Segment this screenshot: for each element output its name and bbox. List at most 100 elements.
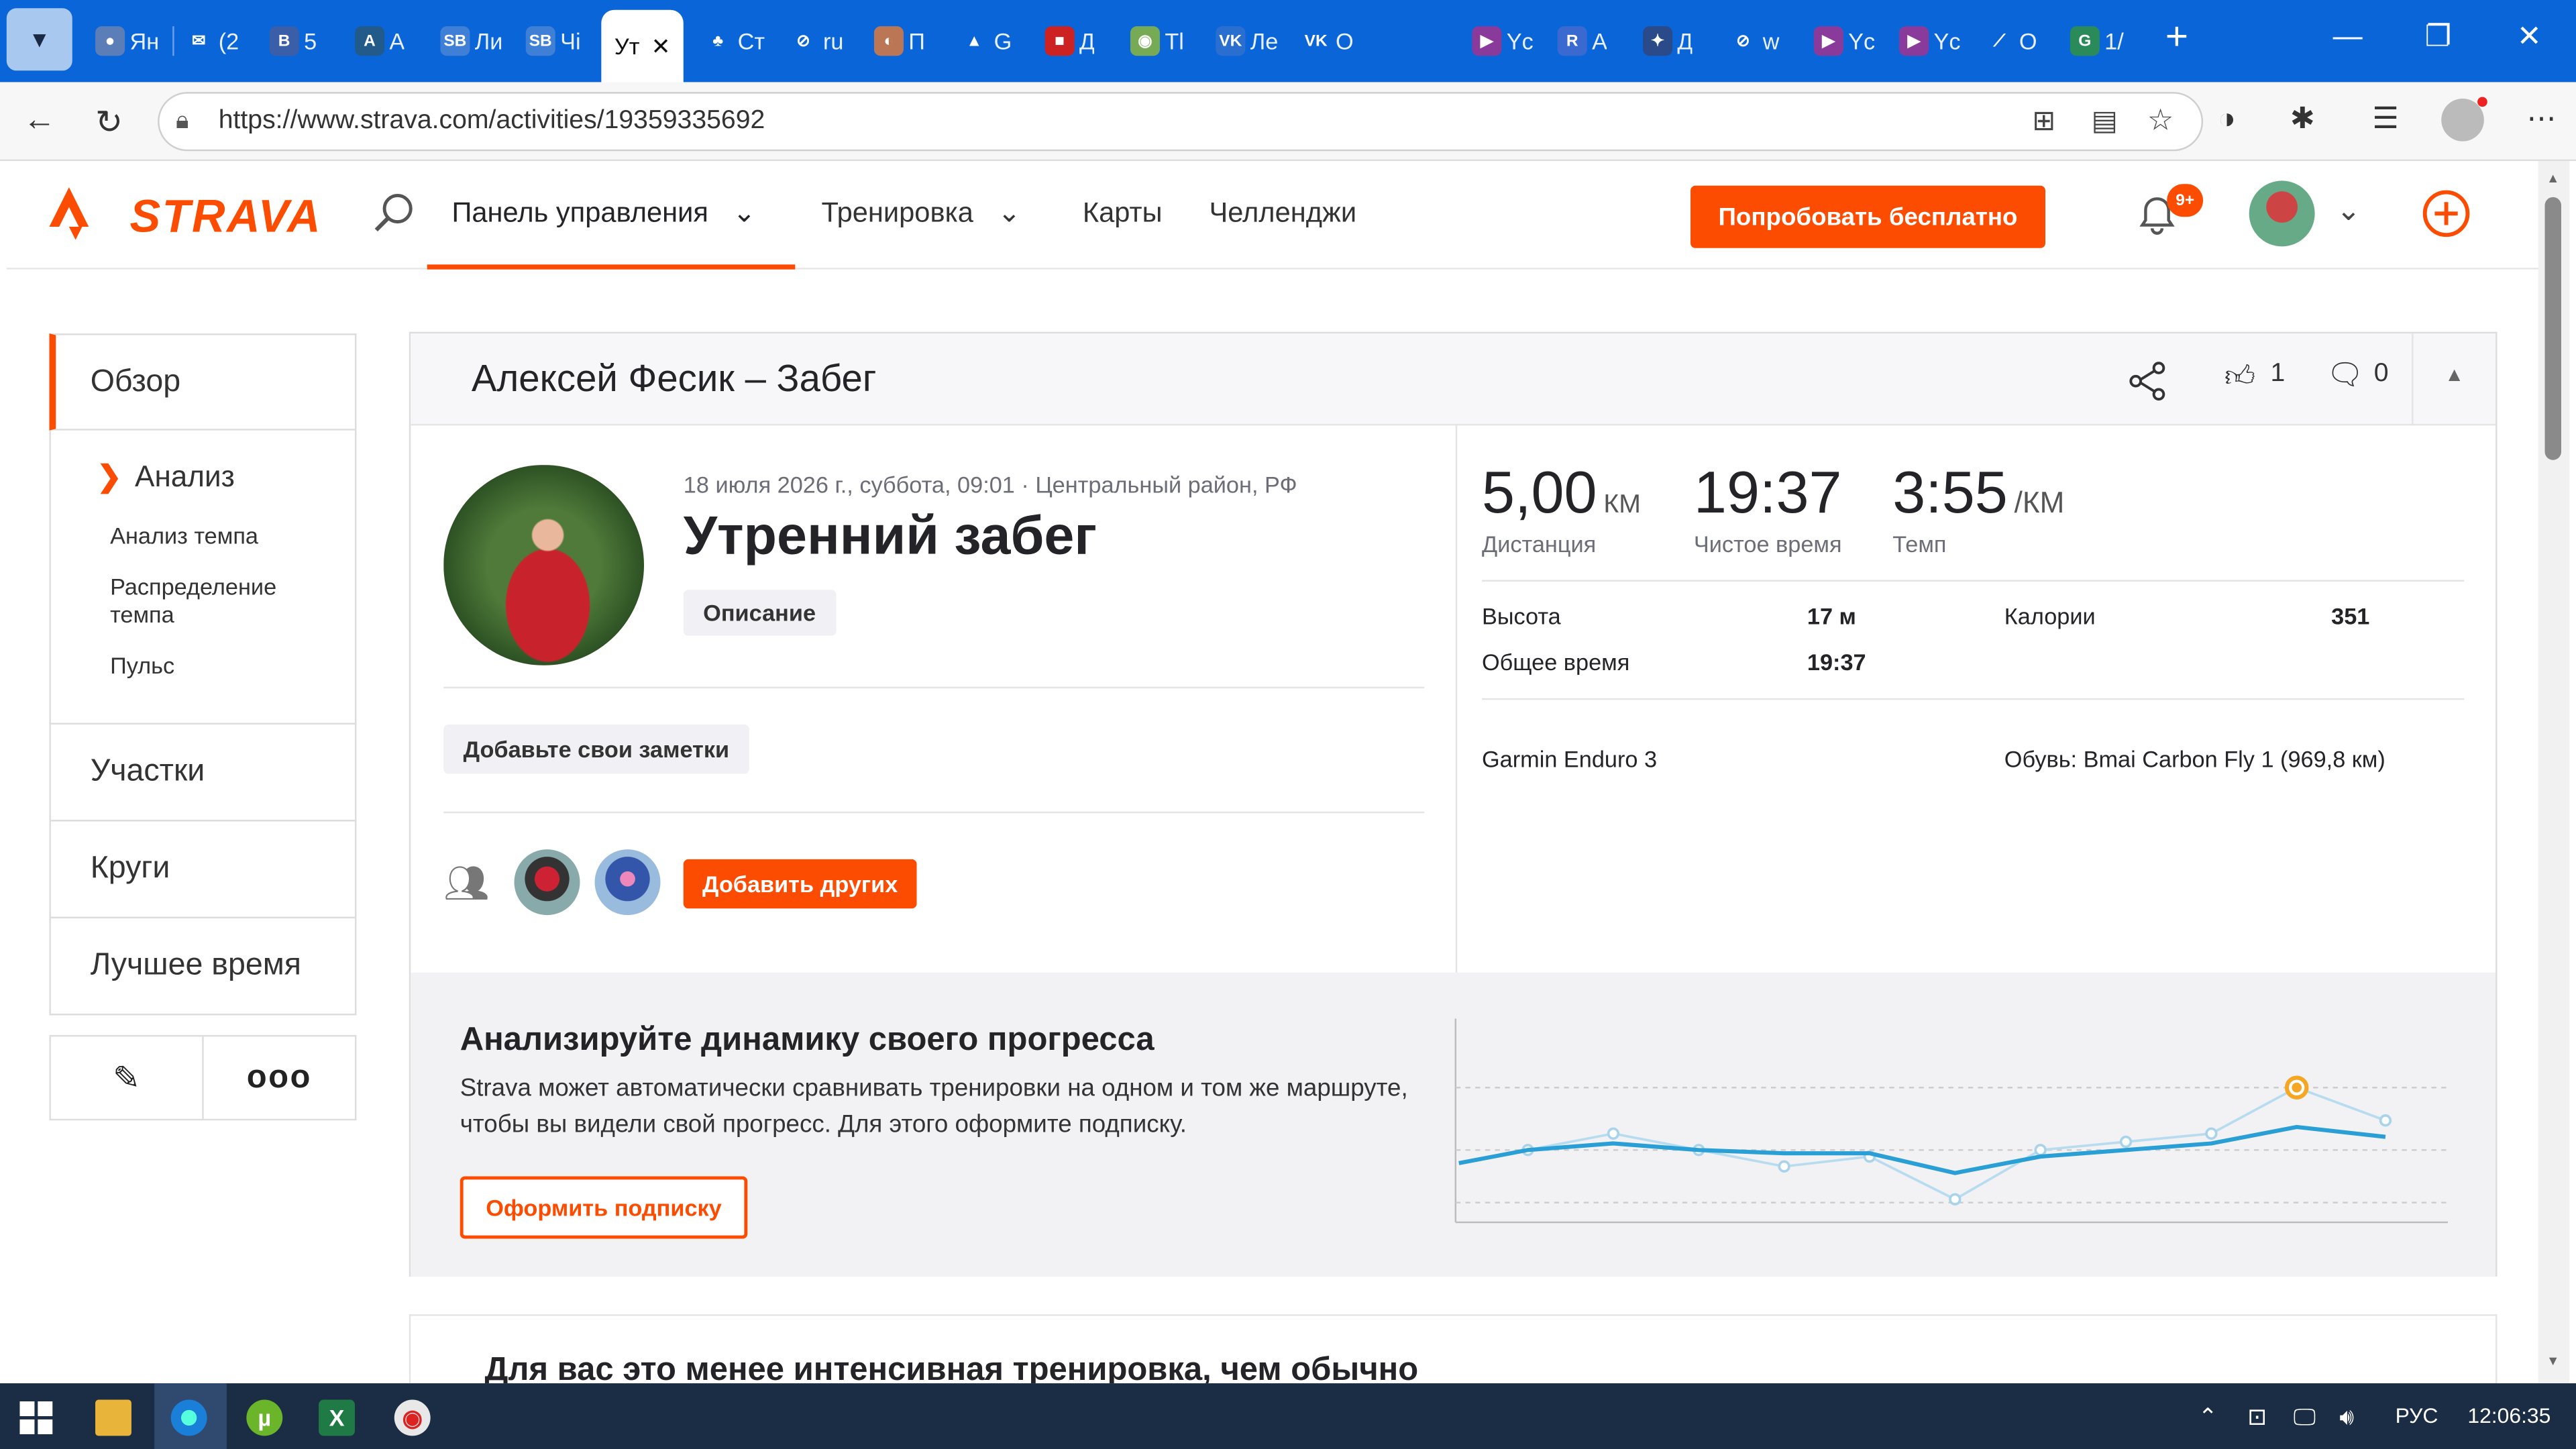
nav-training[interactable]: Тренировка ⌄ <box>822 197 1021 230</box>
favorites-icon[interactable]: ☰ <box>2372 102 2399 136</box>
sidebar-item-heart-rate[interactable]: Пульс <box>51 652 355 680</box>
address-bar-row: ← ↻ 🔒︎ https://www.strava.com/activities… <box>0 82 2576 162</box>
browser-tab[interactable]: ▶ Yc <box>1813 13 1875 69</box>
app-icon[interactable]: ◉ <box>394 1399 431 1436</box>
vpn-icon[interactable]: ◑ <box>2218 102 2236 136</box>
browser-tab[interactable]: ⊘ w <box>1728 13 1779 69</box>
windows-start-icon[interactable] <box>19 1401 53 1434</box>
add-others-button[interactable]: Добавить других <box>683 859 917 909</box>
intensity-card-title: Для вас это менее интенсивная тренировка… <box>484 1352 1419 1384</box>
tray-app-icon[interactable]: ⊡ <box>2247 1403 2267 1431</box>
more-options-icon[interactable]: ooo <box>204 1036 355 1118</box>
excel-icon[interactable]: X <box>319 1399 355 1436</box>
sidebar-item-best-efforts[interactable]: Лучшее время <box>49 918 357 1016</box>
browser-tab[interactable]: ▶ Yc <box>1472 13 1534 69</box>
extensions-icon[interactable]: ✱ <box>2290 102 2315 136</box>
browser-tab[interactable]: ♣ Ст <box>703 13 765 69</box>
tab-actions-menu[interactable]: ▾ <box>6 8 72 71</box>
page-scrollbar[interactable]: ▲ ▼ <box>2538 161 2570 1384</box>
app-available-icon[interactable]: ⊞ <box>2032 105 2055 138</box>
group-member-avatar[interactable] <box>594 849 661 916</box>
description-button[interactable]: Описание <box>683 590 836 636</box>
browser-tab[interactable]: ✦ Д <box>1643 13 1693 69</box>
language-indicator[interactable]: РУС <box>2396 1403 2438 1428</box>
minimize-icon[interactable]: — <box>2333 19 2363 54</box>
add-notes-button[interactable]: Добавьте свои заметки <box>443 724 749 774</box>
strava-top-nav: STRAVA Панель управления ⌄ Тренировка ⌄ … <box>6 161 2545 270</box>
browser-tab[interactable]: ◉ Tl <box>1130 13 1184 69</box>
reload-icon[interactable]: ↻ <box>95 102 123 143</box>
edit-pencil-icon[interactable]: ✎ <box>51 1036 204 1119</box>
browser-tab[interactable]: SB Ли <box>440 13 502 69</box>
browser-tab[interactable]: RА <box>1557 13 1607 69</box>
browser-tab-active[interactable]: Ут ✕ <box>601 9 684 83</box>
activity-sidebar: Обзор ❯ Анализ Анализ темпа Распределение… <box>49 333 357 1121</box>
sidebar-item-analysis[interactable]: ❯ Анализ <box>51 443 355 509</box>
browser-tab[interactable]: VK Ле <box>1216 13 1278 69</box>
profile-avatar[interactable] <box>2441 98 2484 142</box>
browser-tab[interactable]: AА <box>354 13 405 69</box>
sidebar-analysis-group: ❯ Анализ Анализ темпа Распределение темпа… <box>49 430 357 725</box>
elevation-value: 17 м <box>1807 602 1856 629</box>
kudos-thumb-icon[interactable]: 👍︎ <box>2224 358 2255 394</box>
collapse-up-icon[interactable]: ▲ <box>2445 363 2464 386</box>
group-member-avatar[interactable] <box>514 849 580 916</box>
search-icon[interactable] <box>371 191 417 237</box>
strava-logo[interactable]: STRAVA <box>129 191 321 243</box>
new-tab-icon[interactable]: + <box>2165 15 2188 61</box>
browser-tab[interactable]: ◐ П <box>873 13 925 69</box>
scrollbar-thumb[interactable] <box>2544 197 2561 460</box>
restore-icon[interactable]: ❐ <box>2425 19 2452 54</box>
nav-dashboard[interactable]: Панель управления ⌄ <box>451 197 755 230</box>
activity-card-header: Алексей Фесик – Забег 👍︎ 1 🗨︎ 0 ▲ <box>411 333 2496 426</box>
elapsed-time-label: Общее время <box>1481 649 1630 676</box>
user-avatar[interactable] <box>2249 180 2315 247</box>
athlete-avatar[interactable] <box>443 465 645 665</box>
share-icon[interactable] <box>2126 360 2169 402</box>
strava-logo-icon[interactable] <box>46 184 93 243</box>
browser-tab[interactable]: ▲ G <box>959 13 1012 69</box>
sidebar-item-segments[interactable]: Участки <box>49 724 357 822</box>
windows-taskbar: µ X ◉ ⌃ ⊡ 🖵︎ 🔊︎ РУС 12:06:35 <box>0 1383 2576 1449</box>
clock[interactable]: 12:06:35 <box>2467 1403 2551 1428</box>
more-menu-icon[interactable]: ⋯ <box>2527 102 2557 136</box>
lock-icon: 🔒︎ <box>176 107 189 135</box>
reader-mode-icon[interactable]: ▤ <box>2092 105 2118 138</box>
shoes-info[interactable]: Обувь: Bmai Carbon Fly 1 (969,8 км) <box>2004 746 2385 772</box>
tray-chevron-up-icon[interactable]: ⌃ <box>2198 1403 2218 1431</box>
sidebar-item-pace-distribution[interactable]: Распределение темпа <box>51 574 276 629</box>
edge-browser-icon[interactable] <box>170 1399 207 1436</box>
sidebar-item-laps[interactable]: Круги <box>49 821 357 918</box>
favorite-star-icon[interactable]: ☆ <box>2147 103 2174 138</box>
file-explorer-icon[interactable] <box>95 1399 131 1436</box>
url-input[interactable]: 🔒︎ https://www.strava.com/activities/193… <box>158 92 2204 152</box>
browser-tab[interactable]: G 1/ <box>2070 13 2124 69</box>
browser-tab[interactable]: ● Ян <box>95 13 159 69</box>
sidebar-item-overview[interactable]: Обзор <box>49 333 357 431</box>
browser-tab[interactable]: ⊘ ru <box>789 13 843 69</box>
subscribe-button[interactable]: Оформить подписку <box>460 1176 748 1239</box>
nav-maps[interactable]: Карты <box>1083 197 1163 230</box>
browser-tab[interactable]: B5 <box>269 13 317 69</box>
chevron-down-icon[interactable]: ⌄ <box>2336 194 2361 228</box>
browser-tab[interactable]: SB Чі <box>525 13 581 69</box>
utorrent-icon[interactable]: µ <box>246 1399 283 1436</box>
stat-pace: 3:55/КМ Темп <box>1892 458 2065 557</box>
sidebar-item-pace-analysis[interactable]: Анализ темпа <box>51 523 355 551</box>
activity-title: Утренний забег <box>683 504 1097 566</box>
notifications-badge: 9+ <box>2167 184 2204 217</box>
back-icon[interactable]: ← <box>23 102 56 140</box>
browser-tab[interactable]: ⟋ О <box>1984 13 2037 69</box>
browser-tab[interactable]: VK О <box>1301 13 1354 69</box>
comment-icon[interactable]: 🗨︎ <box>2326 358 2364 392</box>
close-window-icon[interactable]: ✕ <box>2517 19 2542 54</box>
try-free-button[interactable]: Попробовать бесплатно <box>1690 185 2046 248</box>
nav-challenges[interactable]: Челленджи <box>1209 197 1356 230</box>
upload-plus-icon[interactable] <box>2420 187 2472 239</box>
browser-tab[interactable]: ▶ Yc <box>1899 13 1960 69</box>
browser-tab[interactable]: ✉ (2 <box>184 13 239 69</box>
close-tab-icon[interactable]: ✕ <box>651 32 671 60</box>
network-icon[interactable]: 🖵︎ <box>2294 1403 2316 1431</box>
browser-tab[interactable]: ■ Д <box>1044 13 1095 69</box>
volume-icon[interactable]: 🔊︎ <box>2339 1403 2354 1431</box>
